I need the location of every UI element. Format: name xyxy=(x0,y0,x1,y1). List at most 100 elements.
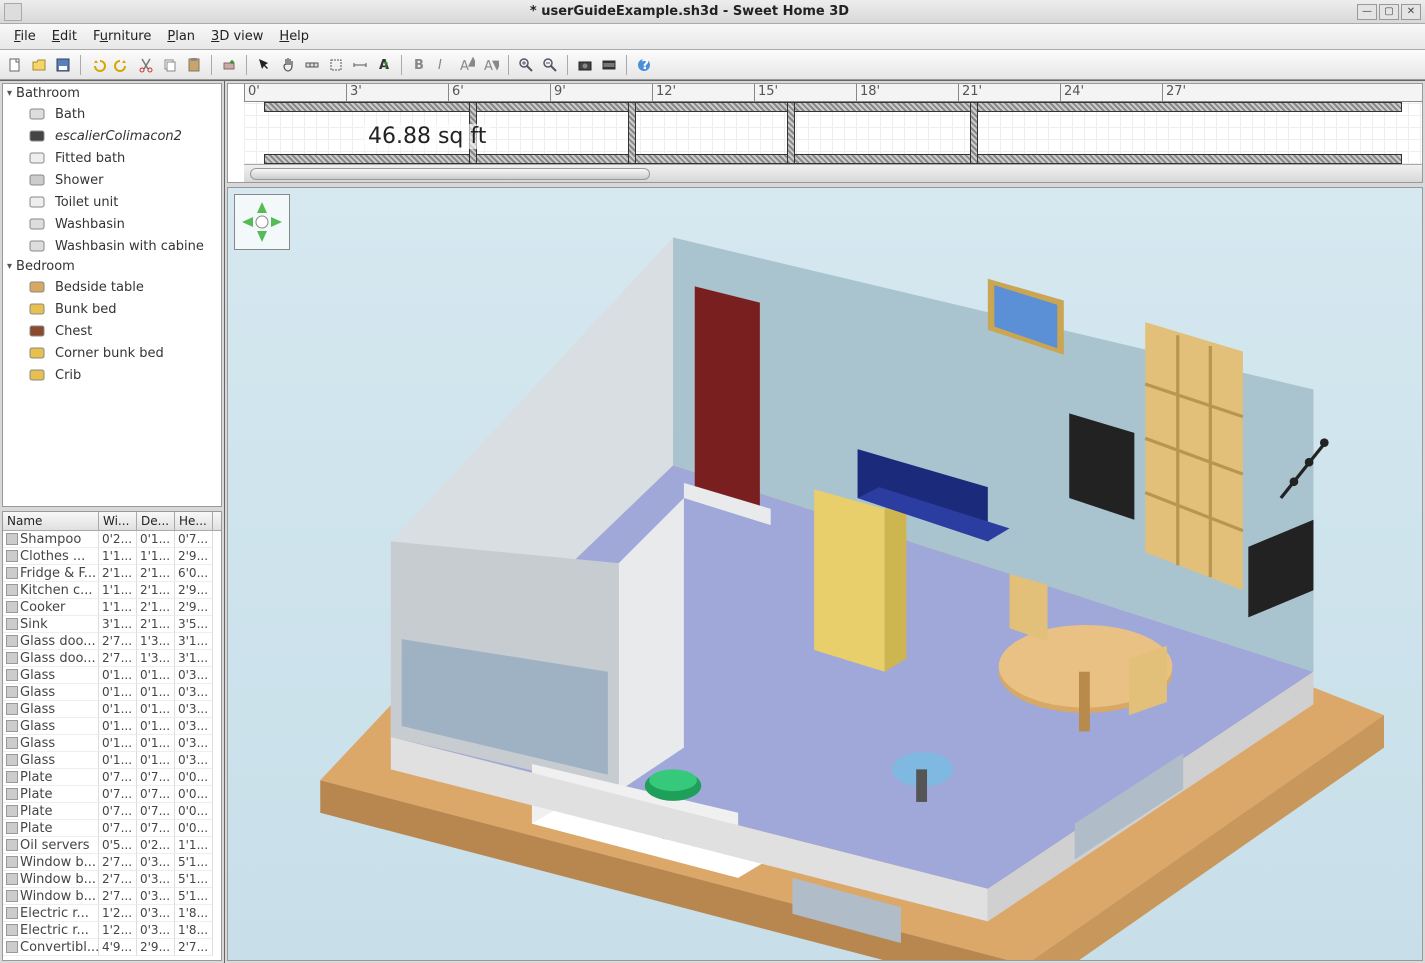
catalog-item[interactable]: Bunk bed xyxy=(3,298,221,320)
furniture-icon xyxy=(6,890,18,902)
create-dimensions-tool[interactable] xyxy=(349,54,371,76)
menu-furniture[interactable]: Furniture xyxy=(85,26,159,47)
plan-canvas[interactable]: 46.88 sq ft xyxy=(244,102,1422,164)
catalog-item[interactable]: Corner bunk bed xyxy=(3,342,221,364)
furniture-catalog[interactable]: BathroomBathescalierColimacon2 Fitted bat… xyxy=(2,83,222,507)
row-cell: 1'1... xyxy=(137,548,175,565)
col-name[interactable]: Name xyxy=(3,512,99,530)
furniture-list-header[interactable]: Name Wi... De... He... xyxy=(3,512,221,531)
row-cell: 4'9... xyxy=(99,939,137,956)
catalog-item[interactable]: Washbasin xyxy=(3,213,221,235)
svg-text:▲: ▲ xyxy=(468,57,475,69)
create-text-tool[interactable]: A xyxy=(373,54,395,76)
table-row[interactable]: Electric r...1'2...0'3...1'8... xyxy=(3,922,221,939)
menu-file[interactable]: File xyxy=(6,26,44,47)
col-depth[interactable]: De... xyxy=(137,512,175,530)
table-row[interactable]: Window b...2'7...0'3...5'1... xyxy=(3,871,221,888)
ruler-tick: 27' xyxy=(1162,84,1264,101)
furniture-list[interactable]: Name Wi... De... He... Shampoo0'2...0'1.… xyxy=(2,511,222,961)
table-row[interactable]: Glass0'1...0'1...0'3... xyxy=(3,752,221,769)
catalog-item[interactable]: Toilet unit xyxy=(3,191,221,213)
create-photo-button[interactable] xyxy=(574,54,596,76)
table-row[interactable]: Glass0'1...0'1...0'3... xyxy=(3,735,221,752)
catalog-item[interactable]: Bath xyxy=(3,103,221,125)
table-row[interactable]: Sink3'1...2'1...3'5... xyxy=(3,616,221,633)
catalog-item[interactable]: Bedside table xyxy=(3,276,221,298)
catalog-item[interactable]: escalierColimacon2 xyxy=(3,125,221,147)
table-row[interactable]: Plate0'7...0'7...0'0... xyxy=(3,769,221,786)
menu-3dview[interactable]: 3D view xyxy=(203,26,271,47)
col-height[interactable]: He... xyxy=(175,512,213,530)
table-row[interactable]: Glass doo...2'7...1'3...3'1... xyxy=(3,650,221,667)
menu-plan[interactable]: Plan xyxy=(159,26,203,47)
catalog-item[interactable]: Fitted bath xyxy=(3,147,221,169)
row-cell: 0'1... xyxy=(99,684,137,701)
pan-tool[interactable] xyxy=(277,54,299,76)
catalog-item[interactable]: Shower xyxy=(3,169,221,191)
catalog-item[interactable]: Washbasin with cabine xyxy=(3,235,221,257)
copy-button[interactable] xyxy=(159,54,181,76)
row-name: Glass xyxy=(20,668,55,683)
table-row[interactable]: Glass0'1...0'1...0'3... xyxy=(3,684,221,701)
catalog-group[interactable]: Bathroom xyxy=(3,84,221,103)
add-furniture-button[interactable] xyxy=(218,54,240,76)
3d-navigation-compass[interactable] xyxy=(234,194,290,250)
row-cell: 1'3... xyxy=(137,633,175,650)
new-button[interactable] xyxy=(4,54,26,76)
close-button[interactable]: ✕ xyxy=(1401,4,1421,20)
text-italic-button[interactable]: I xyxy=(432,54,454,76)
text-bold-button[interactable]: B xyxy=(408,54,430,76)
table-row[interactable]: Kitchen c...1'1...2'1...2'9... xyxy=(3,582,221,599)
undo-button[interactable] xyxy=(87,54,109,76)
menu-help[interactable]: Help xyxy=(271,26,317,47)
text-increase-button[interactable]: A▲ xyxy=(456,54,478,76)
table-row[interactable]: Plate0'7...0'7...0'0... xyxy=(3,786,221,803)
row-cell: 1'8... xyxy=(175,922,213,939)
table-row[interactable]: Glass0'1...0'1...0'3... xyxy=(3,701,221,718)
table-row[interactable]: Glass0'1...0'1...0'3... xyxy=(3,667,221,684)
table-row[interactable]: Glass0'1...0'1...0'3... xyxy=(3,718,221,735)
row-cell: 2'1... xyxy=(137,565,175,582)
zoom-in-button[interactable] xyxy=(515,54,537,76)
create-walls-tool[interactable] xyxy=(301,54,323,76)
plan-h-scrollbar[interactable] xyxy=(244,164,1422,182)
maximize-button[interactable]: ▢ xyxy=(1379,4,1399,20)
table-row[interactable]: Shampoo0'2...0'1...0'7... xyxy=(3,531,221,548)
table-row[interactable]: Fridge & F...2'1...2'1...6'0... xyxy=(3,565,221,582)
toolbar: A B I A▲ A▼ ? xyxy=(0,50,1425,80)
3d-view[interactable] xyxy=(227,187,1423,961)
left-panel: BathroomBathescalierColimacon2 Fitted bat… xyxy=(0,81,225,963)
table-row[interactable]: Window b...2'7...0'3...5'1... xyxy=(3,854,221,871)
catalog-item-label: Fitted bath xyxy=(55,151,125,166)
create-rooms-tool[interactable] xyxy=(325,54,347,76)
menu-edit[interactable]: Edit xyxy=(44,26,85,47)
zoom-out-button[interactable] xyxy=(539,54,561,76)
save-button[interactable] xyxy=(52,54,74,76)
col-width[interactable]: Wi... xyxy=(99,512,137,530)
table-row[interactable]: Oil servers0'5...0'2...1'1... xyxy=(3,837,221,854)
plan-view[interactable]: 0'3'6'9'12'15'18'21'24'27' 46.88 sq ft xyxy=(227,83,1423,183)
table-row[interactable]: Cooker1'1...2'1...2'9... xyxy=(3,599,221,616)
table-row[interactable]: Plate0'7...0'7...0'0... xyxy=(3,803,221,820)
row-cell: 2'7... xyxy=(99,650,137,667)
furniture-list-body[interactable]: Shampoo0'2...0'1...0'7...Clothes ...1'1.… xyxy=(3,531,221,960)
table-row[interactable]: Electric r...1'2...0'3...1'8... xyxy=(3,905,221,922)
help-button[interactable]: ? xyxy=(633,54,655,76)
table-row[interactable]: Convertibl...4'9...2'9...2'7... xyxy=(3,939,221,956)
table-row[interactable]: Window b...2'7...0'3...5'1... xyxy=(3,888,221,905)
table-row[interactable]: Glass doo...2'7...1'3...3'1... xyxy=(3,633,221,650)
redo-button[interactable] xyxy=(111,54,133,76)
select-tool[interactable] xyxy=(253,54,275,76)
minimize-button[interactable]: — xyxy=(1357,4,1377,20)
cut-button[interactable] xyxy=(135,54,157,76)
create-video-button[interactable] xyxy=(598,54,620,76)
paste-button[interactable] xyxy=(183,54,205,76)
table-row[interactable]: Plate0'7...0'7...0'0... xyxy=(3,820,221,837)
text-decrease-button[interactable]: A▼ xyxy=(480,54,502,76)
table-row[interactable]: Clothes ...1'1...1'1...2'9... xyxy=(3,548,221,565)
catalog-item[interactable]: Chest xyxy=(3,320,221,342)
furniture-icon xyxy=(6,703,18,715)
catalog-item[interactable]: Crib xyxy=(3,364,221,386)
open-button[interactable] xyxy=(28,54,50,76)
catalog-group[interactable]: Bedroom xyxy=(3,257,221,276)
